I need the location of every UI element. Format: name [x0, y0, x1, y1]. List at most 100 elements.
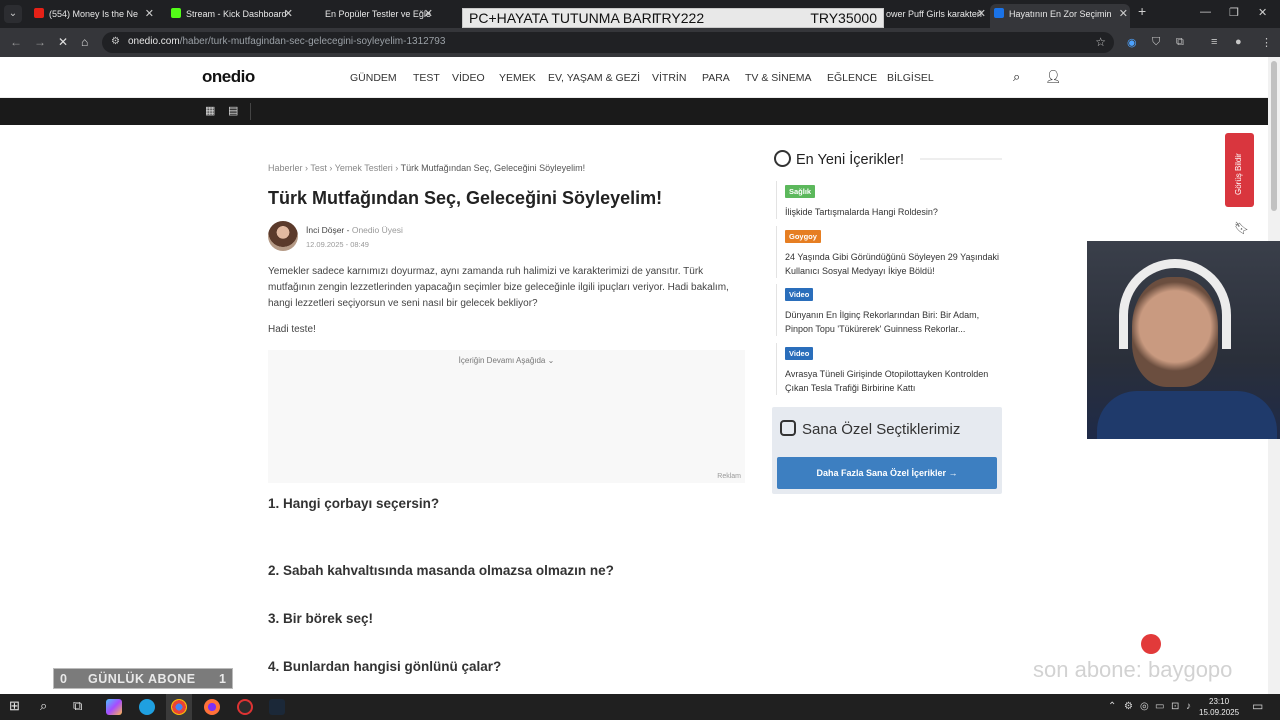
divider	[250, 103, 251, 120]
network-icon[interactable]: ⊡	[1171, 701, 1179, 712]
site-logo[interactable]: onedio	[202, 67, 255, 87]
tab-onedio-tests[interactable]: En Popüler Testler ve Eğle ✕	[305, 4, 435, 24]
category-badge: Video	[785, 347, 814, 360]
kick-icon	[171, 8, 181, 18]
close-window-icon[interactable]: ✕	[1258, 6, 1267, 19]
breadcrumb-haberler[interactable]: Haberler	[268, 163, 303, 173]
shield-icon[interactable]: ⛉	[1152, 36, 1160, 49]
volume-icon[interactable]: ♪	[1186, 701, 1191, 712]
sub-count-left: 0	[60, 672, 67, 686]
kebab-menu-icon[interactable]: ⋮	[1261, 36, 1272, 49]
tab-kick-dashboard[interactable]: Stream - Kick Dashboard ✕	[167, 4, 295, 24]
copilot-icon[interactable]	[106, 699, 122, 715]
nav-bilgisel[interactable]: BİLGİSEL	[887, 72, 934, 84]
nav-tv-sinema[interactable]: TV & SİNEMA	[745, 72, 812, 84]
forward-icon[interactable]: →	[34, 35, 46, 49]
task-view-icon[interactable]: ⧉	[73, 698, 82, 714]
sub-count-right: 1	[219, 672, 226, 686]
nav-para[interactable]: PARA	[702, 72, 730, 84]
tab-search-menu[interactable]: ⌄	[4, 5, 22, 23]
windows-start-icon[interactable]: ⊞	[9, 698, 20, 714]
tab-label: Stream - Kick Dashboard	[186, 9, 287, 19]
nav-test[interactable]: TEST	[413, 72, 440, 84]
notification-icon[interactable]: ▭	[1252, 699, 1263, 713]
grid-icon[interactable]: ▦	[205, 104, 215, 117]
ad-label: Reklam	[717, 473, 741, 480]
stop-icon[interactable]: ✕	[58, 35, 68, 49]
puzzle-icon[interactable]: ⧉	[1176, 36, 1184, 49]
nav-ev-yasam-gezi[interactable]: EV, YAŞAM & GEZİ	[548, 72, 640, 84]
continue-below: İçeriğin Devamı Aşağıda ⌄	[268, 356, 745, 365]
author-avatar[interactable]	[268, 221, 298, 251]
windows-taskbar: ⊞ ⌕ ⧉ ⌃ ⚙ ◎ ▭ ⊡ ♪ 23:10 15.09.2025 ▭	[0, 694, 1280, 720]
list-item[interactable]: Goygoy 24 Yaşında Gibi Göründüğünü Söyle…	[776, 226, 1002, 278]
chevron-up-icon[interactable]: ⌃	[1108, 701, 1116, 712]
headphones	[1119, 259, 1231, 349]
list-item-title[interactable]: Avrasya Tüneli Girişinde Otopilottayken …	[785, 367, 1002, 395]
nav-gundem[interactable]: GÜNDEM	[350, 72, 397, 84]
chrome-icon[interactable]	[171, 699, 187, 715]
tab-label: (554) Money Is the Ne	[49, 9, 139, 19]
tab-active[interactable]: Hayatının En Zor Seçimin ✕	[990, 4, 1130, 28]
nav-yemek[interactable]: YEMEK	[499, 72, 536, 84]
minimize-icon[interactable]: —	[1200, 6, 1211, 18]
obs-icon[interactable]	[237, 699, 253, 715]
goal-label: PC+HAYATA TUTUNMA BARI	[469, 10, 656, 26]
article-cta: Hadi teste!	[268, 324, 316, 335]
nav-vitrin[interactable]: VİTRİN	[652, 72, 686, 84]
firefox-icon[interactable]	[204, 699, 220, 715]
breadcrumb-current: Türk Mutfağından Seç, Geleceğini Söyleye…	[400, 163, 586, 173]
list-item-title[interactable]: Dünyanın En İlginç Rekorlarından Biri: B…	[785, 308, 1002, 336]
battery-icon[interactable]: ▭	[1155, 701, 1164, 712]
goal-current: TRY222	[653, 10, 705, 26]
list-item-title[interactable]: İlişkide Tartışmalarda Hangi Roldesin?	[785, 205, 1002, 219]
chevron-down-icon: ⌄	[547, 356, 555, 365]
steam-icon[interactable]	[269, 699, 285, 715]
sparkle-icon	[780, 420, 796, 436]
user-icon[interactable]: 👤︎	[1045, 69, 1062, 85]
plus-icon[interactable]: +	[1138, 3, 1146, 19]
star-icon[interactable]: ☆	[1095, 35, 1106, 49]
feedback-button[interactable]: Görüş Bildir	[1225, 133, 1254, 207]
more-content-button[interactable]: Daha Fazla Sana Özel İçerikler →	[777, 457, 997, 489]
streamer-hoodie	[1097, 391, 1277, 439]
url-bar[interactable]: ⚙ onedio.com/haber/turk-mutfagindan-sec-…	[102, 32, 1114, 53]
list-item-title[interactable]: 24 Yaşında Gibi Göründüğünü Söyleyen 29 …	[785, 250, 1002, 278]
system-clock[interactable]: 23:10 15.09.2025	[1199, 696, 1239, 718]
list-item[interactable]: Video Dünyanın En İlginç Rekorlarından B…	[776, 284, 1002, 336]
home-icon[interactable]: ⌂	[81, 35, 88, 49]
category-badge: Goygoy	[785, 230, 821, 243]
tab-youtube[interactable]: (554) Money Is the Ne ✕	[30, 4, 158, 24]
restore-icon[interactable]: ❐	[1229, 6, 1239, 19]
nav-eglence[interactable]: EĞLENCE	[827, 72, 877, 84]
scrollbar-thumb[interactable]	[1271, 61, 1277, 211]
sub-label: GÜNLÜK ABONE	[88, 672, 196, 686]
list-item[interactable]: Video Avrasya Tüneli Girişinde Otopilott…	[776, 343, 1002, 395]
sub-navigation-bar: ▦ ▤	[0, 98, 1268, 125]
search-icon[interactable]: ⌕	[1013, 69, 1020, 85]
close-icon[interactable]: ✕	[424, 4, 433, 24]
tab-powerpuff[interactable]: ower Puff Girls karakterl ✕	[882, 4, 988, 24]
close-icon[interactable]: ✕	[284, 4, 293, 24]
tray-app-icon[interactable]: ⚙	[1124, 701, 1133, 712]
gallery-icon[interactable]: ▤	[228, 104, 238, 117]
breadcrumb-test[interactable]: Test	[310, 163, 327, 173]
breadcrumb-yemek-testleri[interactable]: Yemek Testleri	[335, 163, 393, 173]
site-info-icon[interactable]: ⚙	[111, 36, 120, 47]
close-icon[interactable]: ✕	[977, 4, 986, 24]
tray-app-icon[interactable]: ◎	[1140, 701, 1149, 712]
youtube-icon	[34, 8, 44, 18]
search-icon[interactable]: ⌕	[40, 698, 47, 714]
close-icon[interactable]: ✕	[1119, 4, 1128, 24]
back-icon[interactable]: ←	[10, 35, 22, 49]
media-icon[interactable]: ≡	[1211, 36, 1217, 48]
nav-video[interactable]: VİDEO	[452, 72, 485, 84]
edge-icon[interactable]	[139, 699, 155, 715]
webcam-feed	[1087, 241, 1280, 439]
author-name[interactable]: İnci Döşer	[306, 225, 344, 235]
extension-icon[interactable]: ◉	[1127, 36, 1137, 49]
bookmark-icon[interactable]: 🔖︎	[1234, 221, 1249, 235]
list-item[interactable]: Sağlık İlişkide Tartışmalarda Hangi Rold…	[776, 181, 1002, 219]
profile-icon[interactable]: ●	[1235, 36, 1242, 48]
close-icon[interactable]: ✕	[145, 4, 154, 24]
